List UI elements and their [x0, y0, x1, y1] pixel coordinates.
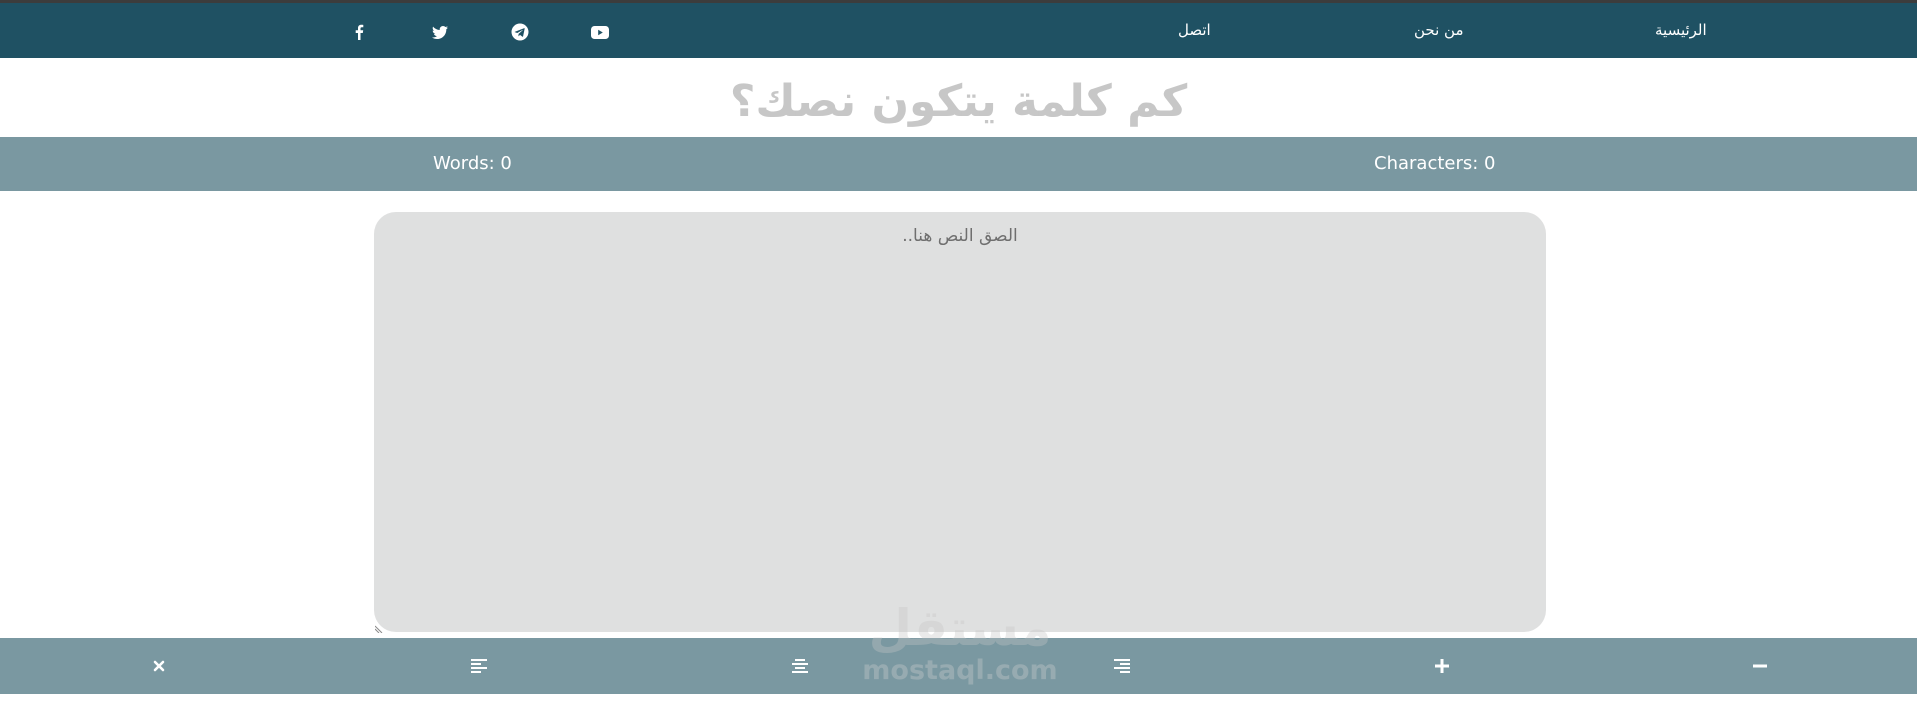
nav-link-about[interactable]: من نحن [1414, 20, 1464, 40]
font-increase-icon[interactable] [1430, 654, 1454, 678]
align-right-icon[interactable] [1110, 654, 1134, 678]
clear-icon[interactable] [147, 654, 171, 678]
resize-handle-icon[interactable] [375, 623, 385, 633]
align-center-icon[interactable] [788, 654, 812, 678]
font-decrease-icon[interactable] [1748, 654, 1772, 678]
align-left-icon[interactable] [467, 654, 491, 678]
facebook-icon[interactable] [348, 21, 370, 43]
nav-link-contact[interactable]: اتصل [1178, 20, 1211, 40]
words-counter: Words: 0 [433, 153, 512, 174]
nav-link-home[interactable]: الرئيسية [1655, 20, 1707, 40]
page-headline: كم كلمة يتكون نصك؟ [729, 76, 1188, 127]
youtube-icon[interactable] [589, 21, 611, 43]
stats-bar: Words: 0 Characters: 0 [0, 137, 1917, 191]
text-editor-container [374, 212, 1546, 632]
characters-counter: Characters: 0 [1374, 153, 1496, 174]
top-navbar: الرئيسية من نحن اتصل [0, 3, 1917, 58]
format-toolbar [0, 638, 1917, 694]
twitter-icon[interactable] [429, 21, 451, 43]
telegram-icon[interactable] [509, 21, 531, 43]
text-input-area[interactable] [374, 212, 1546, 632]
